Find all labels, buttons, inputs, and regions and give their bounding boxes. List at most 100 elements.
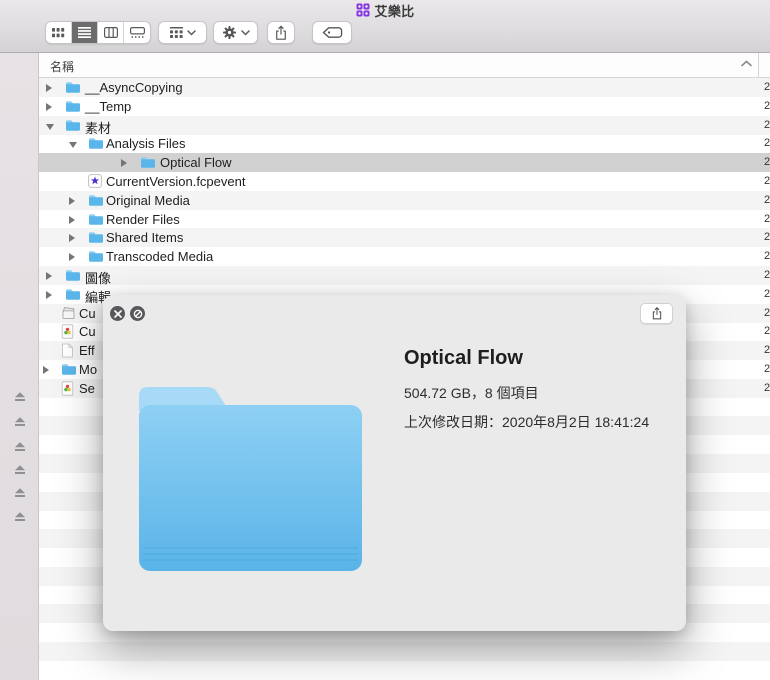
clipped-date-column-text: 2 [764,269,770,281]
prohibit-icon [133,309,142,318]
list-item[interactable]: Transcoded Media 2 [39,247,770,266]
folder-icon [65,287,82,302]
column-divider[interactable] [758,53,759,78]
clipped-date-column-text: 2 [764,118,770,131]
quicklook-modified-line: 上次修改日期：2020年8月2日 18:41:24 [404,414,650,430]
disclosure-right-icon[interactable] [46,272,52,280]
clipped-date-column-text: 2 [764,137,770,150]
folder-preview-icon [133,383,368,575]
list-item-label: CurrentVersion.fcpevent [106,174,246,189]
clipped-date-column-text: 2 [764,306,770,319]
icon-view-button[interactable] [46,22,72,43]
titlebar: 艾樂比 [0,2,770,19]
folder-icon [88,230,105,245]
finder-window: { "window": { "title": "艾樂比" }, "toolbar… [0,0,770,680]
folder-icon [88,249,105,264]
quicklook-popup: Optical Flow 504.72 GB，8 個項目 上次修改日期：2020… [103,295,686,631]
clipped-date-column-text: 2 [764,175,770,187]
clipped-date-column-text: 2 [764,287,770,300]
colordoc-icon [61,381,78,396]
tag-button[interactable] [312,21,352,44]
disclosure-down-icon[interactable] [69,142,77,149]
clipped-date-column-text: 2 [764,156,770,169]
quicklook-title: Optical Flow [404,347,523,369]
list-item-label: Analysis Files [106,136,186,152]
disclosure-right-icon[interactable] [69,234,75,243]
list-item[interactable]: Original Media 2 [39,190,770,210]
list-item-label: Optical Flow [160,155,232,171]
name-column-header[interactable]: 名稱 [39,53,770,78]
tag-icon [322,27,342,38]
list-item-label: Shared Items [106,230,184,246]
gallery-view-icon [129,27,145,38]
list-item[interactable]: Render Files 2 [39,210,770,229]
disclosure-right-icon[interactable] [46,84,52,92]
folder-icon [65,80,82,95]
prohibit-button[interactable] [130,306,145,321]
group-by-button[interactable] [158,21,207,44]
gallery-view-button[interactable] [124,22,150,43]
clipped-date-column-text: 2 [764,325,770,338]
quicklook-share-button[interactable] [640,303,673,324]
list-view-icon [78,27,91,38]
list-item-label: Transcoded Media [106,249,214,265]
column-view-button[interactable] [98,22,124,43]
list-item[interactable]: Optical Flow 2 [39,153,770,173]
clipped-date-column-text: 2 [764,212,770,225]
list-item[interactable]: 圖像 2 [39,266,770,286]
disclosure-right-icon[interactable] [69,253,75,262]
sidebar [0,53,39,680]
disclosure-right-icon[interactable] [69,196,75,205]
doc-icon [61,343,78,358]
disclosure-right-icon[interactable] [46,102,52,111]
list-item[interactable]: CurrentVersion.fcpevent 2 [39,172,770,191]
eject-icon[interactable] [13,440,27,454]
fcp-library-icon [356,3,370,17]
clipped-date-column-text: 2 [764,81,770,93]
list-item[interactable]: 素材 2 [39,115,770,136]
disclosure-down-icon[interactable] [46,123,54,130]
list-view-button[interactable] [72,22,98,43]
share-icon [652,307,661,320]
clipped-date-column-text: 2 [764,381,770,394]
list-item[interactable]: Shared Items 2 [39,228,770,248]
list-item-label: Cu [79,324,96,340]
eject-icon[interactable] [13,463,27,477]
disclosure-right-icon[interactable] [69,215,75,224]
list-item-label: Se [79,380,95,396]
clipped-date-column-text: 2 [764,250,770,263]
group-by-icon [169,26,183,38]
disclosure-right-icon[interactable] [121,159,127,168]
chevron-down-icon [240,29,250,36]
eject-icon[interactable] [13,510,27,524]
eject-icon[interactable] [13,486,27,500]
list-item[interactable]: __AsyncCopying 2 [39,78,770,97]
fcpevent-icon [88,174,105,189]
column-header-label: 名稱 [50,60,75,74]
list-item-label: Eff [79,343,95,359]
action-menu-button[interactable] [213,21,258,44]
eject-icon[interactable] [13,415,27,429]
list-item-label: __AsyncCopying [85,80,183,95]
eject-icon[interactable] [13,390,27,404]
toolbar [0,21,770,44]
window-title: 艾樂比 [374,3,415,19]
share-icon [276,24,286,40]
empty-row [39,661,770,680]
close-icon [113,309,122,318]
list-item[interactable]: Analysis Files 2 [39,134,770,153]
column-view-icon [103,27,118,38]
list-item-label: Original Media [106,192,190,208]
disclosure-right-icon[interactable] [46,290,52,299]
list-item-label: __Temp [85,98,132,114]
folder-icon [88,212,105,227]
view-segmented-control [45,21,151,44]
disclosure-right-icon[interactable] [43,366,49,374]
folder-icon [65,99,82,114]
clipped-date-column-text: 2 [764,344,770,357]
share-button[interactable] [267,21,295,44]
close-button[interactable] [110,306,125,321]
list-item-label: Render Files [106,211,180,227]
empty-row [39,642,770,661]
list-item[interactable]: __Temp 2 [39,97,770,116]
